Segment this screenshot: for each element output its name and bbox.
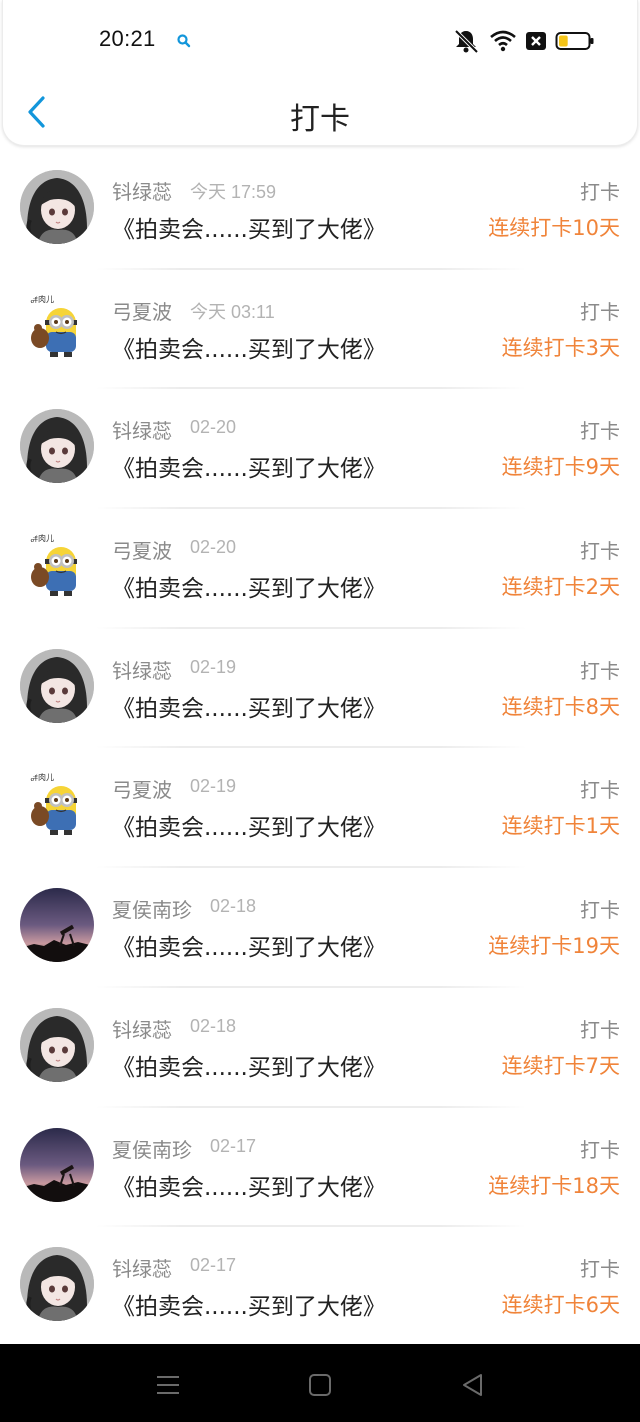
- post-time: 02-18: [210, 896, 257, 917]
- checkin-tag: 打卡: [580, 539, 620, 564]
- checkin-list: 钭绿蕊 今天 17:59 《拍卖会......买到了大佬》 打卡 连续打卡10天 群肉儿…: [0, 150, 640, 1347]
- post-time: 今天 17:59: [190, 182, 277, 202]
- streak-count: 连续打卡10天: [488, 216, 620, 240]
- user-name: 夏侯南珍: [112, 898, 192, 923]
- list-item[interactable]: 钭绿蕊 02-17 《拍卖会......买到了大佬》 打卡连续打卡6天: [0, 1227, 640, 1347]
- streak-count: 连续打卡19天: [488, 934, 620, 959]
- user-name: 钭绿蕊: [112, 1257, 172, 1282]
- avatar[interactable]: [20, 1247, 94, 1322]
- list-item[interactable]: 群肉儿 弓夏波 02-20 《拍卖会......买到了大佬》 打卡连续打卡2天: [0, 509, 640, 629]
- post-time: 今天 03:11: [190, 301, 275, 322]
- streak-count: 连续打卡8天: [501, 694, 620, 719]
- list-item[interactable]: 钭绿蕊 02-20 《拍卖会......买到了大佬》 打卡连续打卡9天: [0, 389, 640, 510]
- checkin-tag: 打卡: [580, 299, 620, 324]
- book-title: 《拍卖会......买到了大佬》: [112, 1054, 386, 1081]
- avatar[interactable]: [20, 170, 94, 244]
- list-item[interactable]: 群肉儿 弓夏波 今天 03:11 《拍卖会......买到了大佬》 打卡连续打卡3天: [0, 270, 640, 390]
- home-square-icon[interactable]: [306, 1371, 334, 1399]
- post-time: 02-17: [210, 1135, 257, 1156]
- sim-x-icon: [526, 32, 546, 50]
- checkin-tag: 打卡: [580, 658, 620, 683]
- streak-count: 连续打卡9天: [501, 455, 620, 480]
- list-item[interactable]: 钭绿蕊 02-19 《拍卖会......买到了大佬》 打卡连续打卡8天: [0, 629, 640, 749]
- list-item[interactable]: 群肉儿 弓夏波 02-19 《拍卖会......买到了大佬》 打卡连续打卡1天: [0, 748, 640, 869]
- user-name: 弓夏波: [112, 539, 172, 564]
- avatar[interactable]: [20, 648, 94, 723]
- checkin-tag: 打卡: [580, 1137, 620, 1162]
- book-title: 《拍卖会......买到了大佬》: [112, 456, 386, 483]
- user-name: 弓夏波: [112, 778, 172, 803]
- avatar[interactable]: 群肉儿: [20, 289, 94, 364]
- list-item[interactable]: 夏侯南珍 02-17 《拍卖会......买到了大佬》 打卡连续打卡18天: [0, 1108, 640, 1228]
- user-name: 弓夏波: [112, 299, 172, 324]
- post-time: 02-20: [190, 417, 237, 438]
- status-time: 20:21: [99, 26, 156, 51]
- streak-count: 连续打卡18天: [488, 1173, 620, 1198]
- checkin-tag: 打卡: [580, 1257, 620, 1282]
- checkin-tag: 打卡: [580, 778, 620, 803]
- wifi-icon: [490, 30, 516, 52]
- page-title: 打卡: [290, 102, 350, 137]
- checkin-tag: 打卡: [580, 419, 620, 444]
- book-title: 《拍卖会......买到了大佬》: [112, 1294, 386, 1321]
- user-name: 夏侯南珍: [112, 1137, 192, 1162]
- list-item[interactable]: 钭绿蕊 今天 17:59 《拍卖会......买到了大佬》 打卡连续打卡10天: [0, 150, 640, 270]
- user-name: 钭绿蕊: [112, 419, 172, 444]
- avatar[interactable]: [20, 1007, 94, 1082]
- streak-count: 连续打卡6天: [501, 1293, 620, 1318]
- book-title: 《拍卖会......买到了大佬》: [112, 815, 386, 842]
- post-time: 02-19: [190, 656, 237, 677]
- post-time: 02-19: [190, 776, 237, 797]
- svg-text:群肉儿: 群肉儿: [30, 533, 54, 543]
- avatar[interactable]: [20, 1127, 94, 1202]
- user-name: 钭绿蕊: [112, 1017, 172, 1042]
- book-title: 《拍卖会......买到了大佬》: [112, 695, 386, 722]
- list-item[interactable]: 夏侯南珍 02-18 《拍卖会......买到了大佬》 打卡连续打卡19天: [0, 868, 640, 988]
- checkin-tag: 打卡: [580, 1017, 620, 1042]
- avatar[interactable]: 群肉儿: [20, 768, 94, 843]
- svg-text:群肉儿: 群肉儿: [30, 772, 54, 782]
- battery-icon: [555, 32, 594, 50]
- post-time: 02-18: [190, 1015, 237, 1036]
- search-icon: [177, 34, 191, 48]
- top-bar: 20:21 打卡: [2, 0, 638, 146]
- back-triangle-icon[interactable]: [459, 1371, 487, 1399]
- avatar[interactable]: [20, 888, 94, 963]
- user-name: 钭绿蕊: [112, 180, 172, 204]
- avatar[interactable]: [20, 409, 94, 484]
- menu-icon[interactable]: [154, 1371, 182, 1399]
- svg-text:群肉儿: 群肉儿: [30, 294, 54, 304]
- book-title: 《拍卖会......买到了大佬》: [112, 336, 386, 363]
- streak-count: 连续打卡7天: [501, 1053, 620, 1078]
- post-time: 02-17: [190, 1255, 237, 1276]
- book-title: 《拍卖会......买到了大佬》: [112, 935, 386, 962]
- avatar[interactable]: 群肉儿: [20, 529, 94, 604]
- post-time: 02-20: [190, 537, 237, 558]
- user-name: 钭绿蕊: [112, 658, 172, 683]
- streak-count: 连续打卡2天: [501, 575, 620, 600]
- book-title: 《拍卖会......买到了大佬》: [112, 576, 386, 603]
- streak-count: 连续打卡1天: [501, 814, 620, 839]
- book-title: 《拍卖会......买到了大佬》: [112, 217, 386, 243]
- streak-count: 连续打卡3天: [501, 335, 620, 360]
- list-item[interactable]: 钭绿蕊 02-18 《拍卖会......买到了大佬》 打卡连续打卡7天: [0, 988, 640, 1108]
- bell-off-icon: [454, 29, 479, 54]
- checkin-tag: 打卡: [580, 898, 620, 923]
- system-nav-bar: [0, 1344, 640, 1422]
- book-title: 《拍卖会......买到了大佬》: [112, 1174, 386, 1201]
- checkin-tag: 打卡: [580, 180, 620, 204]
